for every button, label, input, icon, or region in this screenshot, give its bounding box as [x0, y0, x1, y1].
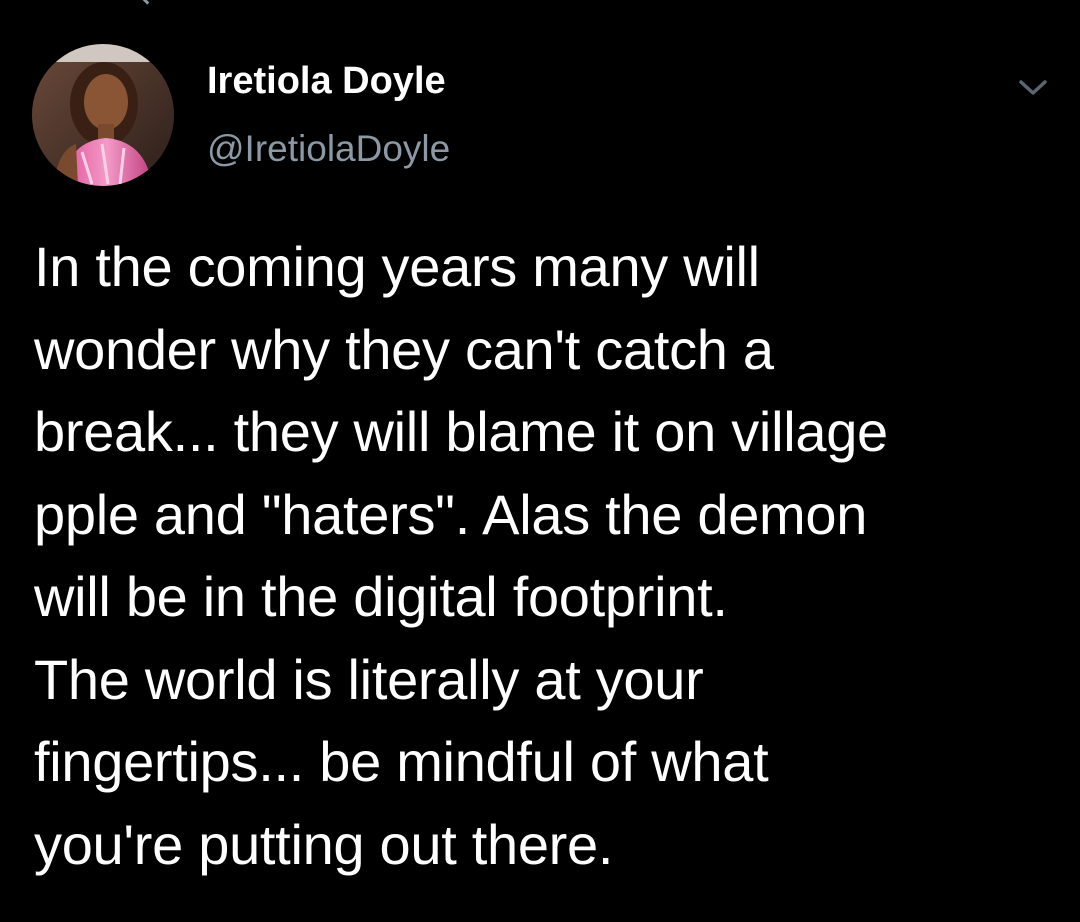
profile-photo-icon — [32, 44, 174, 186]
author-display-name[interactable]: Iretiola Doyle — [207, 60, 446, 103]
retweet-context: ⇄ — [140, 0, 165, 11]
tweet-body-text: In the coming years many will wonder why… — [34, 235, 888, 876]
tweet-card[interactable]: ⇄ Iretiola Doyle — [0, 0, 1080, 922]
avatar[interactable] — [32, 44, 174, 186]
chevron-down-icon[interactable] — [1016, 72, 1050, 102]
author-handle[interactable]: @IretiolaDoyle — [207, 128, 450, 170]
retweet-icon: ⇄ — [140, 0, 165, 11]
